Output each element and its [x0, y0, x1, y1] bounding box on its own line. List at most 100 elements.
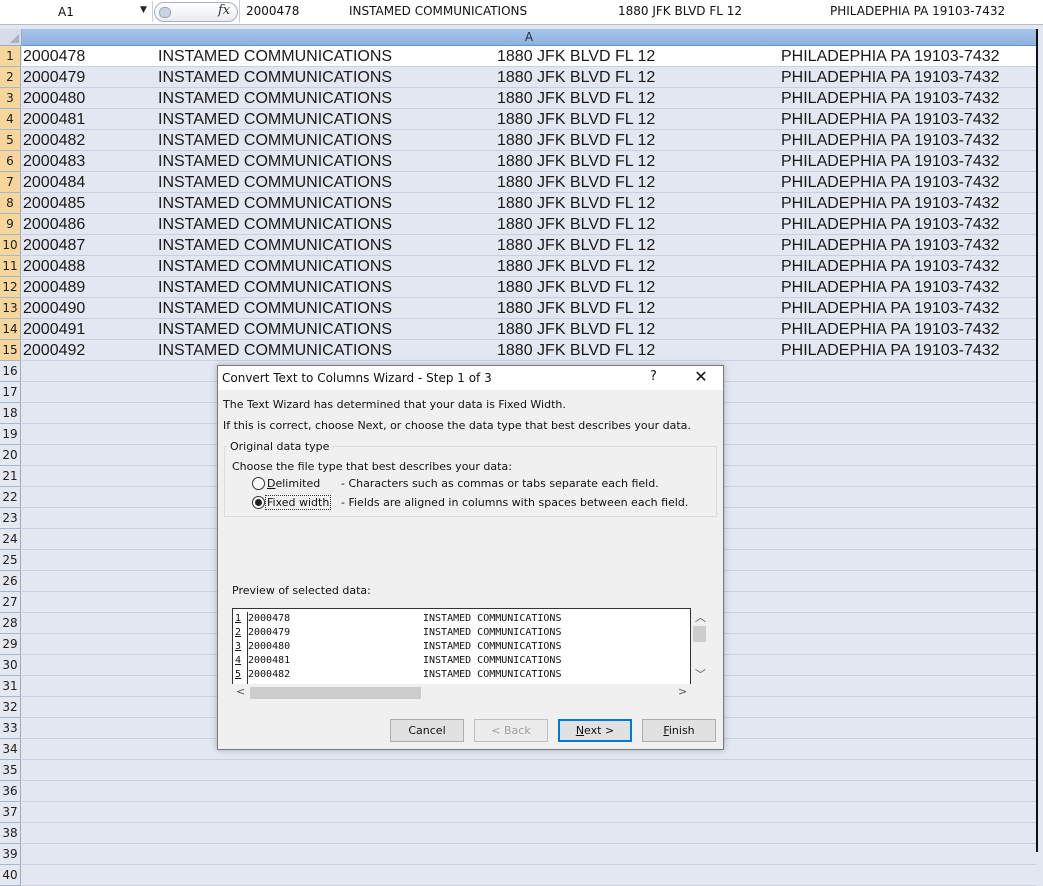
table-row[interactable]: 2000479 INSTAMED COMMUNICATIONS 1880 JFK B… [22, 67, 1036, 88]
cell-city[interactable]: PHILADEPHIA PA 19103-7432 [781, 277, 1000, 298]
row-header[interactable]: 1 [0, 46, 21, 67]
table-row[interactable]: 2000491 INSTAMED COMMUNICATIONS 1880 JFK B… [22, 319, 1036, 340]
row-header[interactable]: 20 [0, 445, 21, 466]
row-header[interactable]: 33 [0, 718, 21, 739]
cell-company[interactable]: INSTAMED COMMUNICATIONS [158, 214, 392, 235]
cell-id[interactable]: 2000480 [23, 88, 85, 109]
close-icon[interactable]: ✕ [692, 367, 710, 387]
cell-id[interactable]: 2000491 [23, 319, 85, 340]
cell-company[interactable]: INSTAMED COMMUNICATIONS [158, 193, 392, 214]
table-row[interactable] [22, 781, 1036, 802]
row-header[interactable]: 4 [0, 109, 21, 130]
help-icon[interactable]: ? [650, 369, 657, 384]
row-header[interactable]: 6 [0, 151, 21, 172]
table-row[interactable]: 2000484 INSTAMED COMMUNICATIONS 1880 JFK B… [22, 172, 1036, 193]
table-row[interactable] [22, 823, 1036, 844]
data-preview[interactable]: 1 2000478 INSTAMED COMMUNICATIONS 2 2000479 I… [232, 608, 691, 685]
row-header[interactable]: 40 [0, 865, 21, 886]
row-header[interactable]: 36 [0, 781, 21, 802]
row-header[interactable]: 27 [0, 592, 21, 613]
delimited-radio[interactable] [252, 477, 265, 490]
preview-vscroll-thumb[interactable] [693, 626, 706, 642]
row-header[interactable]: 31 [0, 676, 21, 697]
cell-company[interactable]: INSTAMED COMMUNICATIONS [158, 46, 392, 67]
cell-id[interactable]: 2000489 [23, 277, 85, 298]
row-header[interactable]: 5 [0, 130, 21, 151]
cell-company[interactable]: INSTAMED COMMUNICATIONS [158, 340, 392, 361]
cell-company[interactable]: INSTAMED COMMUNICATIONS [158, 130, 392, 151]
table-row[interactable] [22, 865, 1036, 886]
row-header[interactable]: 30 [0, 655, 21, 676]
cell-address[interactable]: 1880 JFK BLVD FL 12 [497, 151, 655, 172]
row-header[interactable]: 8 [0, 193, 21, 214]
cell-city[interactable]: PHILADEPHIA PA 19103-7432 [781, 340, 1000, 361]
cell-id[interactable]: 2000485 [23, 193, 85, 214]
scroll-down-icon[interactable]: ﹀ [695, 666, 706, 682]
cell-company[interactable]: INSTAMED COMMUNICATIONS [158, 319, 392, 340]
cell-company[interactable]: INSTAMED COMMUNICATIONS [158, 88, 392, 109]
formula-content-address[interactable]: 1880 JFK BLVD FL 12 [618, 4, 742, 18]
formula-content-id[interactable]: 2000478 [246, 4, 299, 18]
cell-company[interactable]: INSTAMED COMMUNICATIONS [158, 151, 392, 172]
row-header[interactable]: 13 [0, 298, 21, 319]
table-row[interactable]: 2000481 INSTAMED COMMUNICATIONS 1880 JFK B… [22, 109, 1036, 130]
scroll-right-icon[interactable]: > [678, 685, 687, 698]
cell-company[interactable]: INSTAMED COMMUNICATIONS [158, 298, 392, 319]
cell-address[interactable]: 1880 JFK BLVD FL 12 [497, 193, 655, 214]
row-header[interactable]: 38 [0, 823, 21, 844]
cell-company[interactable]: INSTAMED COMMUNICATIONS [158, 277, 392, 298]
cell-address[interactable]: 1880 JFK BLVD FL 12 [497, 235, 655, 256]
preview-hscroll-thumb[interactable] [250, 687, 421, 699]
cell-address[interactable]: 1880 JFK BLVD FL 12 [497, 130, 655, 151]
row-header[interactable]: 11 [0, 256, 21, 277]
cell-city[interactable]: PHILADEPHIA PA 19103-7432 [781, 130, 1000, 151]
cell-city[interactable]: PHILADEPHIA PA 19103-7432 [781, 88, 1000, 109]
cell-address[interactable]: 1880 JFK BLVD FL 12 [497, 256, 655, 277]
preview-horizontal-scrollbar[interactable]: < > [232, 684, 691, 701]
cell-address[interactable]: 1880 JFK BLVD FL 12 [497, 172, 655, 193]
cell-city[interactable]: PHILADEPHIA PA 19103-7432 [781, 109, 1000, 130]
row-header[interactable]: 12 [0, 277, 21, 298]
cell-address[interactable]: 1880 JFK BLVD FL 12 [497, 67, 655, 88]
formula-content-company[interactable]: INSTAMED COMMUNICATIONS [349, 4, 527, 18]
cell-city[interactable]: PHILADEPHIA PA 19103-7432 [781, 214, 1000, 235]
cell-id[interactable]: 2000481 [23, 109, 85, 130]
cell-id[interactable]: 2000492 [23, 340, 85, 361]
table-row[interactable]: 2000487 INSTAMED COMMUNICATIONS 1880 JFK B… [22, 235, 1036, 256]
cell-company[interactable]: INSTAMED COMMUNICATIONS [158, 67, 392, 88]
row-header[interactable]: 37 [0, 802, 21, 823]
cell-city[interactable]: PHILADEPHIA PA 19103-7432 [781, 319, 1000, 340]
cell-address[interactable]: 1880 JFK BLVD FL 12 [497, 46, 655, 67]
table-row[interactable]: 2000489 INSTAMED COMMUNICATIONS 1880 JFK B… [22, 277, 1036, 298]
cell-id[interactable]: 2000483 [23, 151, 85, 172]
row-header[interactable]: 17 [0, 382, 21, 403]
row-header[interactable]: 22 [0, 487, 21, 508]
row-header[interactable]: 16 [0, 361, 21, 382]
row-header[interactable]: 23 [0, 508, 21, 529]
formula-bar-grip-icon[interactable] [159, 7, 171, 18]
row-header[interactable]: 25 [0, 550, 21, 571]
cell-city[interactable]: PHILADEPHIA PA 19103-7432 [781, 298, 1000, 319]
cell-address[interactable]: 1880 JFK BLVD FL 12 [497, 88, 655, 109]
cell-id[interactable]: 2000490 [23, 298, 85, 319]
cell-city[interactable]: PHILADEPHIA PA 19103-7432 [781, 193, 1000, 214]
cell-address[interactable]: 1880 JFK BLVD FL 12 [497, 277, 655, 298]
row-header[interactable]: 9 [0, 214, 21, 235]
select-all-button[interactable] [0, 29, 22, 46]
insert-function-icon[interactable]: fx [218, 3, 230, 18]
table-row[interactable]: 2000478 INSTAMED COMMUNICATIONS 1880 JFK B… [22, 46, 1036, 67]
cell-id[interactable]: 2000488 [23, 256, 85, 277]
table-row[interactable]: 2000480 INSTAMED COMMUNICATIONS 1880 JFK B… [22, 88, 1036, 109]
table-row[interactable]: 2000483 INSTAMED COMMUNICATIONS 1880 JFK B… [22, 151, 1036, 172]
cell-id[interactable]: 2000482 [23, 130, 85, 151]
fixed-width-radio[interactable] [252, 496, 265, 509]
row-header[interactable]: 39 [0, 844, 21, 865]
row-header[interactable]: 32 [0, 697, 21, 718]
cell-address[interactable]: 1880 JFK BLVD FL 12 [497, 298, 655, 319]
row-header[interactable]: 29 [0, 634, 21, 655]
fixed-width-label[interactable]: Fixed width [265, 495, 332, 510]
table-row[interactable]: 2000485 INSTAMED COMMUNICATIONS 1880 JFK B… [22, 193, 1036, 214]
table-row[interactable] [22, 802, 1036, 823]
row-header[interactable]: 10 [0, 235, 21, 256]
cell-city[interactable]: PHILADEPHIA PA 19103-7432 [781, 235, 1000, 256]
